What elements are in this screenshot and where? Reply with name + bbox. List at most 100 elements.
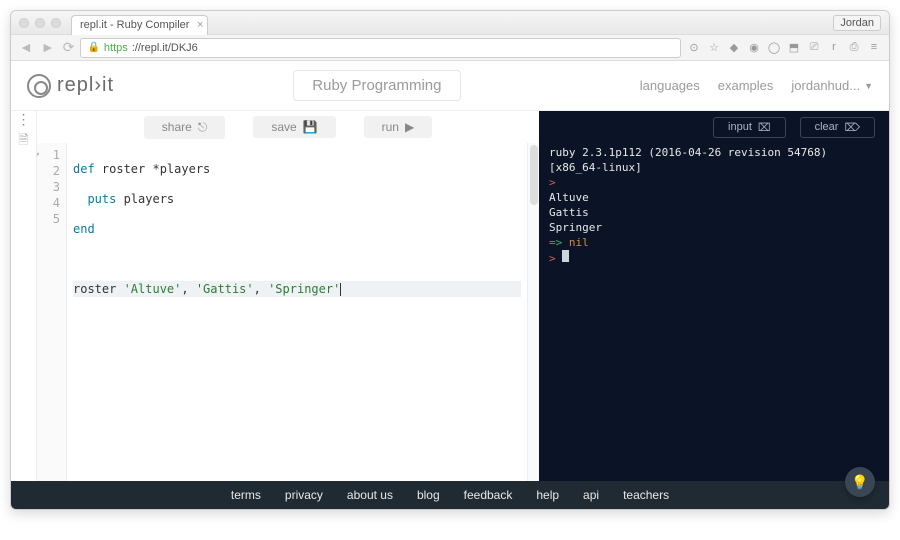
footer-help[interactable]: help	[536, 488, 559, 502]
terminal-output[interactable]: ruby 2.3.1p112 (2016-04-26 revision 5476…	[539, 143, 889, 481]
share-button[interactable]: share ⎋	[144, 116, 226, 139]
ext-icon-2[interactable]: ◉	[747, 41, 761, 54]
lightbulb-icon: 💡	[851, 474, 868, 491]
run-label: run	[382, 120, 399, 134]
ruby-platform: [x86_64-linux]	[549, 160, 879, 175]
addr-extension-icons: ⊙ ☆ ◆ ◉ ◯ ⬒ ⎚ r ⎙ ≡	[687, 41, 881, 54]
cast-icon[interactable]: ⎙	[847, 41, 861, 54]
prompt-2: >	[549, 252, 556, 265]
share-icon: ⎋	[198, 120, 208, 135]
footer-about[interactable]: about us	[347, 488, 393, 502]
editor-body: 1 2 3 4 5 def roster *players puts playe…	[37, 143, 539, 481]
ext-icon-1[interactable]: ◆	[727, 41, 741, 54]
titlebar: repl.it - Ruby Compiler × Jordan	[11, 11, 889, 35]
str-springer: 'Springer'	[268, 282, 340, 296]
logo[interactable]: repl›it	[27, 74, 114, 98]
footer-privacy[interactable]: privacy	[285, 488, 323, 502]
reload-icon[interactable]: ⟳	[63, 39, 75, 56]
browser-tab[interactable]: repl.it - Ruby Compiler ×	[71, 15, 208, 35]
ext-icon-3[interactable]: ◯	[767, 41, 781, 54]
out-altuve: Altuve	[549, 190, 879, 205]
page-title[interactable]: Ruby Programming	[293, 70, 460, 101]
ruby-version: ruby 2.3.1p112 (2016-04-26 revision 5476…	[549, 145, 879, 160]
share-label: share	[162, 120, 192, 134]
scrollbar-thumb[interactable]	[530, 145, 538, 205]
out-springer: Springer	[549, 220, 879, 235]
code-editor[interactable]: def roster *players puts players end ros…	[67, 143, 527, 481]
zoom-dot[interactable]	[51, 18, 61, 28]
left-rail: ⋮ 🗎	[11, 111, 37, 481]
footer-blog[interactable]: blog	[417, 488, 440, 502]
editor-scrollbar[interactable]	[527, 143, 539, 481]
input-label: input	[728, 121, 752, 133]
editor-toolbar: share ⎋ save 💾 run ▶	[37, 111, 539, 143]
input-button[interactable]: input ⌧	[713, 117, 786, 138]
nav-languages[interactable]: languages	[640, 78, 700, 93]
chevron-down-icon: ▼	[864, 81, 873, 91]
line-number-1[interactable]: 1	[37, 147, 66, 163]
footer-feedback[interactable]: feedback	[464, 488, 513, 502]
terminal-pane: input ⌧ clear ⌦ ruby 2.3.1p112 (2016-04-…	[539, 111, 889, 481]
browser-window: repl.it - Ruby Compiler × Jordan ◄ ► ⟳ 🔒…	[10, 10, 890, 510]
help-fab[interactable]: 💡	[845, 467, 875, 497]
footer-teachers[interactable]: teachers	[623, 488, 669, 502]
footer-api[interactable]: api	[583, 488, 599, 502]
code-l2-rest: players	[116, 192, 174, 206]
file-icon[interactable]: 🗎	[18, 131, 28, 153]
result-nil: nil	[569, 236, 589, 249]
footer-terms[interactable]: terms	[231, 488, 261, 502]
logo-icon	[27, 74, 51, 98]
app-header: repl›it Ruby Programming languages examp…	[11, 61, 889, 111]
comma-1: ,	[181, 282, 195, 296]
close-dot[interactable]	[19, 18, 29, 28]
user-label: jordanhud...	[791, 78, 860, 93]
code-l1-rest: roster *players	[95, 162, 211, 176]
str-altuve: 'Altuve'	[124, 282, 182, 296]
line-number-2[interactable]: 2	[37, 163, 66, 179]
editor-pane: share ⎋ save 💾 run ▶ 1 2 3 4 5	[37, 111, 539, 481]
ext-icon-6[interactable]: r	[827, 41, 841, 54]
menu-icon[interactable]: ≡	[867, 41, 881, 54]
comma-2: ,	[254, 282, 268, 296]
clear-icon: ⌦	[844, 121, 860, 134]
search-icon[interactable]: ⊙	[687, 41, 701, 54]
line-number-4[interactable]: 4	[37, 195, 66, 211]
result-arrow: =>	[549, 236, 562, 249]
close-icon[interactable]: ×	[197, 19, 203, 31]
header-nav: languages examples jordanhud... ▼	[640, 78, 873, 93]
profile-badge[interactable]: Jordan	[833, 15, 881, 31]
minimize-dot[interactable]	[35, 18, 45, 28]
forward-icon[interactable]: ►	[41, 39, 55, 56]
line-gutter: 1 2 3 4 5	[37, 143, 67, 481]
prompt-1: >	[549, 175, 879, 190]
lock-icon: 🔒	[87, 42, 99, 53]
nav-examples[interactable]: examples	[718, 78, 774, 93]
url-scheme: https	[104, 42, 128, 54]
brand-text: repl›it	[57, 74, 114, 97]
line-number-3[interactable]: 3	[37, 179, 66, 195]
nav-user[interactable]: jordanhud... ▼	[791, 78, 873, 93]
out-gattis: Gattis	[549, 205, 879, 220]
clear-button[interactable]: clear ⌦	[800, 117, 875, 138]
ext-icon-5[interactable]: ⎚	[807, 41, 821, 54]
text-cursor	[340, 283, 341, 296]
terminal-toolbar: input ⌧ clear ⌦	[539, 111, 889, 143]
play-icon: ▶	[405, 120, 414, 134]
footer: terms privacy about us blog feedback hel…	[11, 481, 889, 509]
kw-end: end	[73, 222, 95, 236]
tab-title: repl.it - Ruby Compiler	[80, 19, 189, 31]
more-icon[interactable]: ⋮	[17, 117, 31, 121]
url-input[interactable]: 🔒 https://repl.it/DKJ6	[80, 38, 681, 58]
line-number-5[interactable]: 5	[37, 211, 66, 227]
input-icon: ⌧	[758, 121, 771, 134]
code-l5-call: roster	[73, 282, 124, 296]
save-button[interactable]: save 💾	[253, 116, 335, 138]
ext-icon-4[interactable]: ⬒	[787, 41, 801, 54]
kw-def: def	[73, 162, 95, 176]
run-button[interactable]: run ▶	[364, 116, 433, 138]
star-icon[interactable]: ☆	[707, 41, 721, 54]
back-icon[interactable]: ◄	[19, 39, 33, 56]
window-controls[interactable]	[19, 18, 61, 28]
code-l2-indent	[73, 192, 87, 206]
save-icon: 💾	[303, 120, 318, 134]
